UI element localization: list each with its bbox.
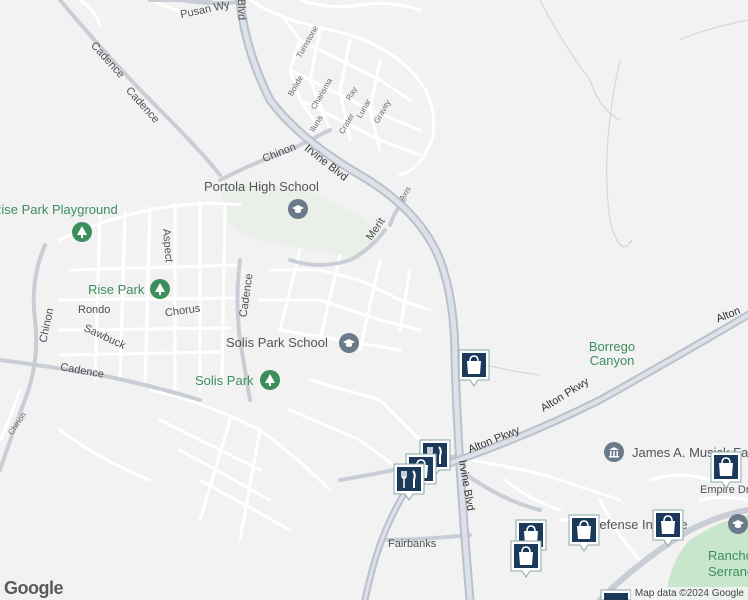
park-tree-icon[interactable] xyxy=(260,370,280,390)
road-label-fairbanks: Fairbanks xyxy=(388,538,437,550)
map-canvas[interactable]: Pusan Wy Blvd Cadence Cadence Chinon Irv… xyxy=(0,0,748,600)
restaurant-marker[interactable] xyxy=(392,462,426,502)
place-label-rise-park[interactable]: Rise Park xyxy=(88,283,144,296)
park-tree-icon[interactable] xyxy=(72,222,92,242)
school-icon[interactable] xyxy=(339,333,359,353)
place-label-solis-park[interactable]: Solis Park xyxy=(195,374,254,387)
minor-streets xyxy=(0,0,748,562)
road-label-rondo: Rondo xyxy=(78,304,111,316)
school-icon[interactable] xyxy=(728,514,748,534)
google-logo[interactable]: Google xyxy=(4,578,64,599)
place-label-borrego-canyon[interactable]: Borrego Canyon xyxy=(584,340,640,368)
terrain-lines xyxy=(469,0,748,376)
shopping-bag-marker[interactable] xyxy=(709,450,743,490)
shopping-bag-marker[interactable] xyxy=(599,588,633,600)
park-tree-icon[interactable] xyxy=(150,279,170,299)
road-label-aspect: Aspect xyxy=(159,228,175,263)
shopping-bag-marker[interactable] xyxy=(651,508,685,548)
place-label-rancho-serrano[interactable]: Rancho Serrano xyxy=(708,548,748,580)
museum-icon[interactable] xyxy=(604,442,624,462)
road-label-blvd-top: Blvd xyxy=(234,0,248,21)
map-attribution: Map data ©2024 Google xyxy=(630,587,748,600)
place-label-rise-park-playground[interactable]: Rise Park Playground xyxy=(0,203,118,216)
shopping-bag-marker[interactable] xyxy=(509,539,543,579)
shopping-bag-marker[interactable] xyxy=(567,513,601,553)
map-base-layer xyxy=(0,0,748,600)
place-label-portola-high-school[interactable]: Portola High School xyxy=(204,180,319,193)
school-icon[interactable] xyxy=(288,199,308,219)
place-label-solis-park-school[interactable]: Solis Park School xyxy=(226,336,328,349)
shopping-bag-marker[interactable] xyxy=(457,348,491,388)
